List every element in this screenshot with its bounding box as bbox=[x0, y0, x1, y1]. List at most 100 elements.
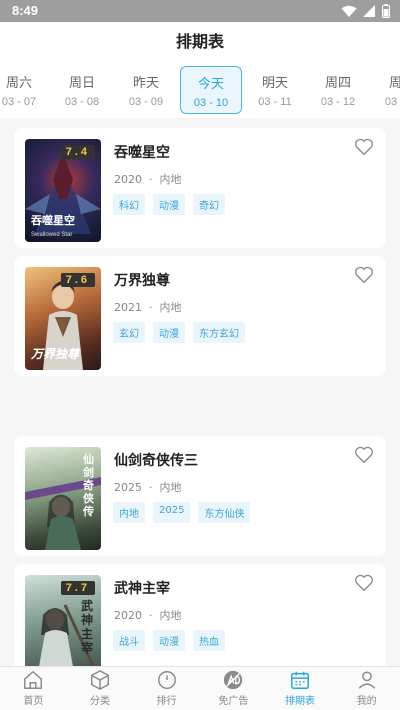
rating-badge: 7.4 bbox=[60, 145, 95, 159]
region: 内地 bbox=[159, 481, 182, 494]
anime-meta: 2020 · 内地 bbox=[114, 607, 182, 623]
day-tab[interactable]: 明天 03 - 11 bbox=[244, 66, 306, 114]
heart-icon[interactable] bbox=[354, 266, 374, 284]
day-date: 03 - 10 bbox=[193, 97, 229, 109]
anime-meta: 2021 · 内地 bbox=[114, 299, 182, 315]
poster-image[interactable]: 7.4 吞噬星空 Swallowed Star bbox=[25, 139, 101, 242]
status-time: 8:49 bbox=[12, 3, 39, 18]
anime-meta: 2020 · 内地 bbox=[114, 171, 182, 187]
meta-separator: · bbox=[149, 481, 153, 494]
genre-tag[interactable]: 奇幻 bbox=[193, 194, 225, 215]
genre-tag[interactable]: 东方仙侠 bbox=[198, 502, 251, 523]
day-date: 03 - 11 bbox=[258, 96, 292, 108]
rating-badge: 7.6 bbox=[60, 273, 95, 287]
region: 内地 bbox=[159, 301, 182, 314]
genre-tag[interactable]: 内地 bbox=[113, 502, 145, 523]
year: 2020 bbox=[114, 173, 142, 186]
genre-tag[interactable]: 动漫 bbox=[153, 194, 185, 215]
battery-icon bbox=[382, 4, 390, 18]
status-icons bbox=[341, 4, 390, 18]
day-tab[interactable]: 周五 03 - 13 bbox=[371, 66, 400, 114]
home-icon bbox=[24, 671, 43, 689]
anime-card[interactable]: 7.7 武神主宰 武神主宰 2020 · 内地 战斗 动漫 热血 bbox=[14, 564, 386, 666]
status-bar: 8:49 bbox=[0, 0, 400, 22]
tag-list: 战斗 动漫 热血 bbox=[113, 630, 225, 651]
tab-ranking[interactable]: 排行 bbox=[133, 667, 200, 710]
bottom-tab-bar: 首页 分类 排行 免广告 排期表 我的 bbox=[0, 666, 400, 710]
poster-title-text: 吞噬星空 bbox=[31, 214, 75, 227]
tab-label: 首页 bbox=[23, 696, 44, 707]
day-tab[interactable]: 周六 03 - 07 bbox=[0, 66, 50, 114]
day-date: 03 - 13 bbox=[384, 96, 400, 108]
tag-list: 内地 2025 东方仙侠 bbox=[113, 502, 251, 523]
heart-icon[interactable] bbox=[354, 574, 374, 592]
year: 2021 bbox=[114, 301, 142, 314]
anime-meta: 2025 · 内地 bbox=[114, 479, 182, 495]
genre-tag[interactable]: 科幻 bbox=[113, 194, 145, 215]
tab-schedule[interactable]: 排期表 bbox=[267, 667, 334, 710]
no-ads-icon bbox=[224, 670, 243, 690]
day-name: 今天 bbox=[197, 77, 224, 92]
anime-title[interactable]: 武神主宰 bbox=[114, 578, 170, 598]
anime-title[interactable]: 吞噬星空 bbox=[114, 142, 170, 162]
day-date: 03 - 08 bbox=[64, 96, 100, 108]
heart-icon[interactable] bbox=[354, 138, 374, 156]
day-name: 周五 bbox=[388, 76, 400, 91]
tab-no-ads[interactable]: 免广告 bbox=[200, 667, 267, 710]
poster-title-text: 仙剑奇侠传 bbox=[83, 453, 94, 518]
day-tab[interactable]: 周四 03 - 12 bbox=[307, 66, 369, 114]
tab-label: 分类 bbox=[90, 696, 110, 707]
genre-tag[interactable]: 动漫 bbox=[153, 630, 185, 651]
anime-title[interactable]: 万界独尊 bbox=[114, 270, 170, 290]
poster-subtitle-text: Swallowed Star bbox=[31, 232, 73, 238]
poster-image[interactable]: 7.6 万界独尊 bbox=[25, 267, 101, 370]
anime-card[interactable]: 仙剑奇侠传 仙剑奇侠传三 2025 · 内地 内地 2025 东方仙侠 bbox=[14, 436, 386, 556]
day-name: 昨天 bbox=[132, 76, 159, 91]
day-tab[interactable]: 周日 03 - 08 bbox=[51, 66, 113, 114]
ranking-icon bbox=[157, 671, 176, 689]
anime-card[interactable]: 7.6 万界独尊 万界独尊 2021 · 内地 玄幻 动漫 东方玄幻 bbox=[14, 256, 386, 376]
genre-tag[interactable]: 热血 bbox=[193, 630, 225, 651]
genre-tag[interactable]: 玄幻 bbox=[113, 322, 145, 343]
region: 内地 bbox=[159, 173, 182, 186]
meta-separator: · bbox=[149, 173, 153, 186]
meta-separator: · bbox=[149, 609, 153, 622]
poster-title-text: 武神主宰 bbox=[81, 599, 94, 655]
year: 2020 bbox=[114, 609, 142, 622]
day-date: 03 - 09 bbox=[128, 96, 164, 108]
anime-card[interactable]: 7.4 吞噬星空 Swallowed Star 吞噬星空 2020 · 内地 科幻 … bbox=[14, 128, 386, 248]
poster-title-text: 万界独尊 bbox=[31, 347, 80, 361]
day-name: 周日 bbox=[68, 76, 95, 91]
page-title: 排期表 bbox=[175, 32, 224, 51]
genre-tag[interactable]: 动漫 bbox=[153, 322, 185, 343]
anime-title[interactable]: 仙剑奇侠传三 bbox=[114, 450, 198, 470]
poster-image[interactable]: 仙剑奇侠传 bbox=[25, 447, 101, 550]
meta-separator: · bbox=[149, 301, 153, 314]
day-selector: 周六 03 - 07 周日 03 - 08 昨天 03 - 09 今天 03 - 10 … bbox=[0, 66, 400, 114]
tab-home[interactable]: 首页 bbox=[0, 667, 67, 710]
genre-tag[interactable]: 战斗 bbox=[113, 630, 145, 651]
wifi-icon bbox=[341, 5, 357, 17]
schedule-list[interactable]: 7.4 吞噬星空 Swallowed Star 吞噬星空 2020 · 内地 科幻 … bbox=[0, 118, 400, 666]
tag-list: 科幻 动漫 奇幻 bbox=[113, 194, 225, 215]
day-name: 周四 bbox=[324, 76, 351, 91]
signal-icon bbox=[363, 4, 375, 17]
year: 2025 bbox=[114, 481, 142, 494]
tab-category[interactable]: 分类 bbox=[67, 667, 134, 710]
day-name: 明天 bbox=[261, 76, 288, 91]
tab-label: 排行 bbox=[156, 696, 177, 707]
tab-label: 我的 bbox=[356, 696, 377, 707]
user-icon bbox=[358, 671, 376, 689]
cube-icon bbox=[91, 670, 109, 690]
day-tab-today[interactable]: 今天 03 - 10 bbox=[180, 66, 242, 114]
genre-tag[interactable]: 2025 bbox=[153, 502, 191, 523]
heart-icon[interactable] bbox=[354, 446, 374, 464]
calendar-icon bbox=[291, 671, 309, 689]
genre-tag[interactable]: 东方玄幻 bbox=[193, 322, 245, 343]
region: 内地 bbox=[159, 609, 182, 622]
poster-image[interactable]: 7.7 武神主宰 bbox=[25, 575, 101, 666]
day-date: 03 - 07 bbox=[1, 96, 37, 108]
tab-mine[interactable]: 我的 bbox=[333, 667, 400, 710]
tag-list: 玄幻 动漫 东方玄幻 bbox=[113, 322, 245, 343]
day-tab[interactable]: 昨天 03 - 09 bbox=[115, 66, 177, 114]
